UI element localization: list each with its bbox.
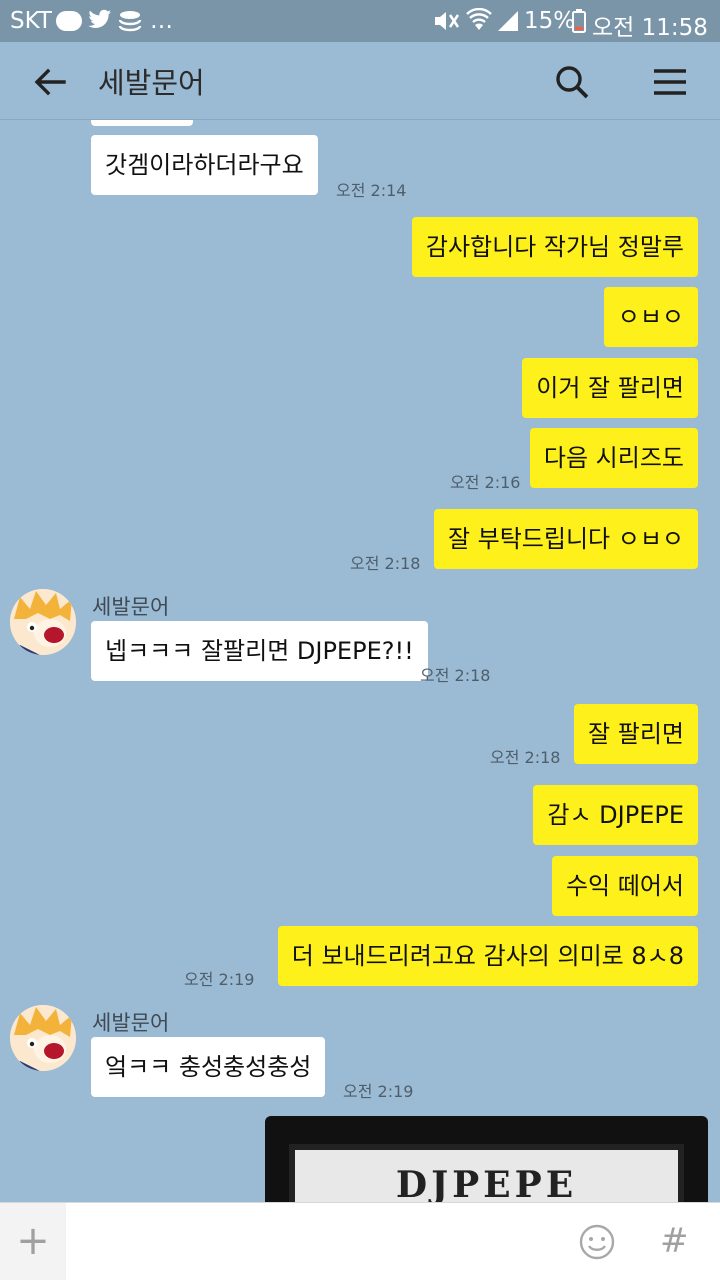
battery-icon xyxy=(572,9,586,39)
message-time: 오전 2:19 xyxy=(343,1082,414,1101)
wifi-icon xyxy=(466,7,492,38)
message-input-bar: + # xyxy=(0,1202,720,1280)
message-bubble-incoming: 넵ㅋㅋㅋ 잘팔리면 DJPEPE?!! xyxy=(91,621,428,681)
sender-name: 세발문어 xyxy=(92,1011,170,1035)
image-message[interactable]: DJPEPE xyxy=(265,1116,708,1202)
battery-percent: 15% xyxy=(524,8,576,34)
message-bubble-outgoing: 이거 잘 팔리면 xyxy=(522,358,698,418)
signal-icon xyxy=(496,9,520,39)
hash-icon[interactable]: # xyxy=(660,1221,689,1261)
menu-icon[interactable] xyxy=(650,62,690,102)
message-bubble-outgoing: 감ㅅ DJPEPE xyxy=(533,785,698,845)
message-bubble-partial xyxy=(91,120,193,126)
message-input[interactable] xyxy=(80,1219,560,1265)
twitter-notification-icon xyxy=(88,9,112,37)
image-logo-text: DJPEPE xyxy=(395,1164,578,1202)
message-bubble-outgoing: ㅇㅂㅇ xyxy=(603,287,698,347)
avatar[interactable] xyxy=(10,1005,76,1071)
sender-name: 세발문어 xyxy=(92,595,170,619)
avatar[interactable] xyxy=(10,589,76,655)
emoji-icon[interactable] xyxy=(578,1223,616,1261)
status-bar: SKT … 15% 오전 11:58 xyxy=(0,0,720,42)
message-time: 오전 2:18 xyxy=(350,554,421,573)
plus-icon[interactable]: + xyxy=(0,1203,66,1280)
clock: 오전 11:58 xyxy=(592,15,708,41)
message-bubble-outgoing: 다음 시리즈도 xyxy=(529,428,698,488)
message-time: 오전 2:14 xyxy=(336,181,407,200)
message-time: 오전 2:19 xyxy=(184,970,255,989)
chat-room-title: 세발문어 xyxy=(98,66,205,100)
kakaotalk-notification-icon xyxy=(56,11,82,37)
mute-icon xyxy=(432,9,460,39)
image-message-frame: DJPEPE xyxy=(289,1144,684,1202)
message-time: 오전 2:16 xyxy=(450,473,521,492)
back-arrow-icon[interactable] xyxy=(30,62,70,102)
more-notifications-icon: … xyxy=(150,8,173,34)
carrier-label: SKT xyxy=(10,8,52,34)
search-icon[interactable] xyxy=(552,62,592,102)
storage-notification-icon xyxy=(118,9,142,39)
message-time: 오전 2:18 xyxy=(420,666,491,685)
message-bubble-incoming: 엌ㅋㅋ 충성충성충성 xyxy=(91,1037,326,1097)
message-bubble-outgoing: 잘 팔리면 xyxy=(574,704,698,764)
message-bubble-incoming: 갓겜이라하더라구요 xyxy=(91,135,318,195)
chat-header: 세발문어 xyxy=(0,42,720,120)
message-bubble-outgoing: 수익 떼어서 xyxy=(551,856,698,916)
message-time: 오전 2:18 xyxy=(490,748,561,767)
chat-message-list[interactable]: 갓겜이라하더라구요 오전 2:14 감사합니다 작가님 정말루 ㅇㅂㅇ 이거 잘… xyxy=(0,120,720,1202)
message-bubble-outgoing: 잘 부탁드립니다 ㅇㅂㅇ xyxy=(433,509,698,569)
message-bubble-outgoing: 감사합니다 작가님 정말루 xyxy=(411,217,698,277)
message-bubble-outgoing: 더 보내드리려고요 감사의 의미로 8ㅅ8 xyxy=(277,926,698,986)
